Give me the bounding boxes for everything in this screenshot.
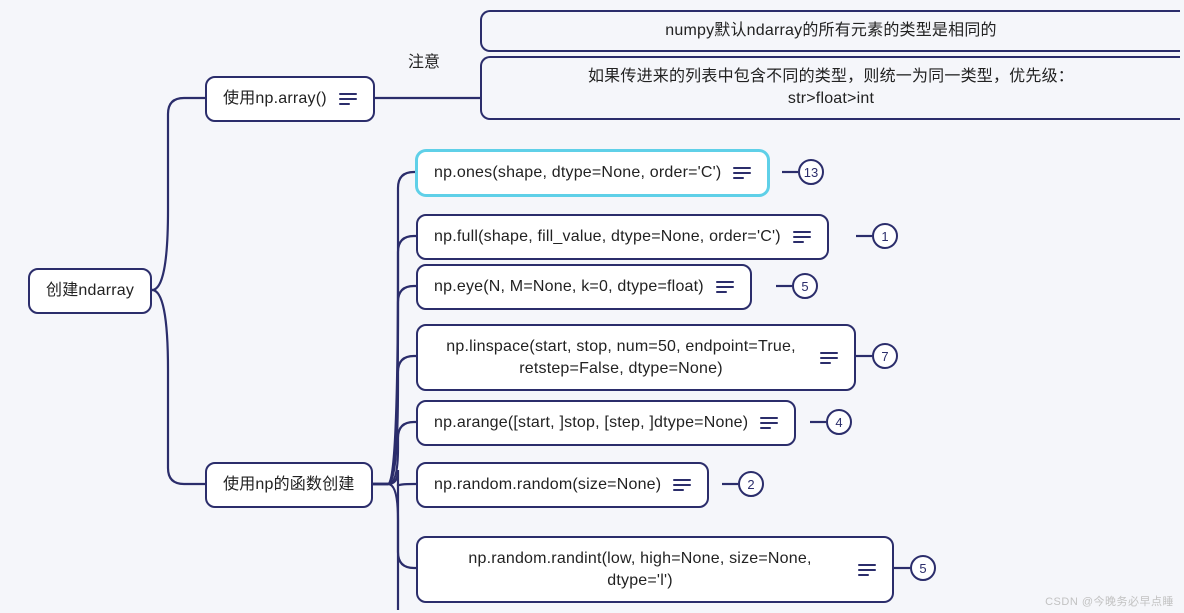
badge-np-arange-value: 4 — [835, 415, 842, 430]
item-np-eye-text: np.eye(N, M=None, k=0, dtype=float) — [434, 276, 704, 298]
note-box-1: numpy默认ndarray的所有元素的类型是相同的 — [480, 10, 1180, 52]
badge-np-ones-value: 13 — [804, 165, 818, 180]
item-np-ones-text: np.ones(shape, dtype=None, order='C') — [434, 162, 721, 184]
item-np-arange-text: np.arange([start, ]stop, [step, ]dtype=N… — [434, 412, 748, 434]
badge-np-arange[interactable]: 4 — [826, 409, 852, 435]
notes-icon — [733, 167, 751, 179]
branch-nparray-label: 使用np.array() — [223, 88, 327, 110]
item-np-full[interactable]: np.full(shape, fill_value, dtype=None, o… — [416, 214, 829, 260]
branch-npfuncs-label: 使用np的函数创建 — [223, 474, 355, 496]
badge-np-full[interactable]: 1 — [872, 223, 898, 249]
badge-np-ones[interactable]: 13 — [798, 159, 824, 185]
root-node[interactable]: 创建ndarray — [28, 268, 152, 314]
badge-np-linspace-value: 7 — [881, 349, 888, 364]
item-np-random-random-text: np.random.random(size=None) — [434, 474, 661, 496]
item-np-random-random[interactable]: np.random.random(size=None) — [416, 462, 709, 508]
notes-icon — [716, 281, 734, 293]
notes-icon — [339, 93, 357, 105]
note2-text: 如果传进来的列表中包含不同的类型，则统一为同一类型，优先级：str>float>… — [571, 66, 1091, 109]
badge-np-random-randint-value: 5 — [919, 561, 926, 576]
notes-icon — [858, 564, 876, 576]
note-box-2: 如果传进来的列表中包含不同的类型，则统一为同一类型，优先级：str>float>… — [480, 56, 1180, 120]
item-np-eye[interactable]: np.eye(N, M=None, k=0, dtype=float) — [416, 264, 752, 310]
item-np-linspace-text: np.linspace(start, stop, num=50, endpoin… — [434, 336, 808, 379]
branch-nparray[interactable]: 使用np.array() — [205, 76, 375, 122]
badge-np-full-value: 1 — [881, 229, 888, 244]
badge-np-random-random[interactable]: 2 — [738, 471, 764, 497]
badge-np-eye[interactable]: 5 — [792, 273, 818, 299]
item-np-arange[interactable]: np.arange([start, ]stop, [step, ]dtype=N… — [416, 400, 796, 446]
badge-np-random-randint[interactable]: 5 — [910, 555, 936, 581]
watermark: CSDN @今晚务必早点睡 — [1045, 593, 1174, 609]
item-np-ones[interactable]: np.ones(shape, dtype=None, order='C') — [416, 150, 769, 196]
badge-np-random-random-value: 2 — [747, 477, 754, 492]
item-np-random-randint[interactable]: np.random.randint(low, high=None, size=N… — [416, 536, 894, 603]
notes-icon — [820, 352, 838, 364]
item-np-full-text: np.full(shape, fill_value, dtype=None, o… — [434, 226, 781, 248]
root-label: 创建ndarray — [46, 280, 134, 302]
notes-icon — [673, 479, 691, 491]
item-np-random-randint-text: np.random.randint(low, high=None, size=N… — [434, 548, 846, 591]
notes-icon — [793, 231, 811, 243]
branch-npfuncs[interactable]: 使用np的函数创建 — [205, 462, 373, 508]
item-np-linspace[interactable]: np.linspace(start, stop, num=50, endpoin… — [416, 324, 856, 391]
note1-text: numpy默认ndarray的所有元素的类型是相同的 — [665, 20, 996, 42]
badge-np-linspace[interactable]: 7 — [872, 343, 898, 369]
edge-label-note: 注意 — [408, 48, 440, 72]
badge-np-eye-value: 5 — [801, 279, 808, 294]
notes-icon — [760, 417, 778, 429]
